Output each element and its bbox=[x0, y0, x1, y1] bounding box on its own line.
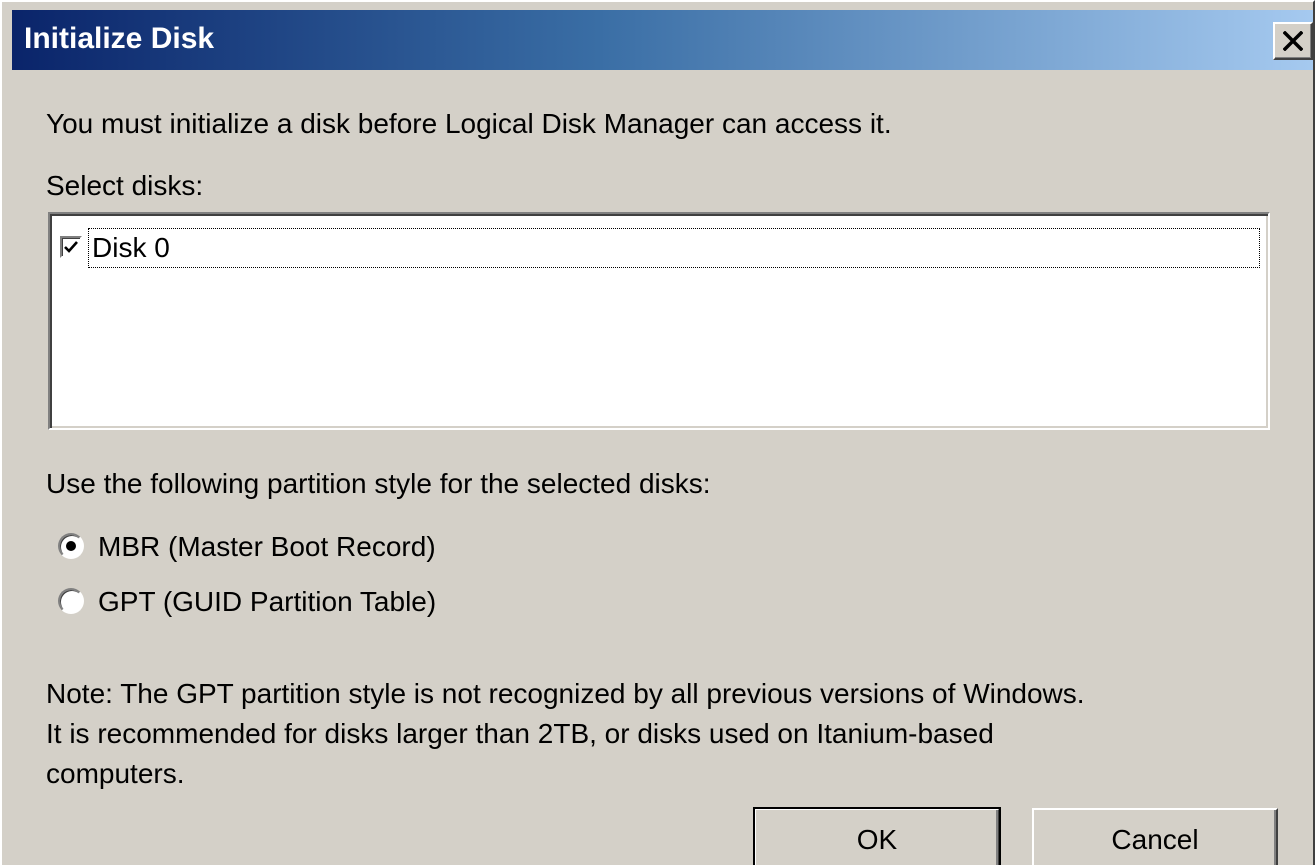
note-line-3: computers. bbox=[46, 758, 185, 789]
gpt-option[interactable]: GPT (GUID Partition Table) bbox=[58, 582, 558, 622]
partition-style-label: Use the following partition style for th… bbox=[46, 468, 711, 499]
gpt-label: GPT (GUID Partition Table) bbox=[98, 586, 437, 617]
close-button[interactable] bbox=[1273, 22, 1313, 60]
note-line-1: Note: The GPT partition style is not rec… bbox=[46, 678, 1085, 709]
disk-0-label: Disk 0 bbox=[92, 232, 170, 263]
mbr-radio[interactable] bbox=[58, 533, 84, 559]
checkmark-icon bbox=[64, 241, 78, 253]
list-item-disk-0[interactable]: Disk 0 bbox=[56, 224, 1262, 272]
ok-button[interactable]: OK bbox=[753, 807, 1001, 865]
window-title: Initialize Disk bbox=[24, 22, 215, 55]
radio-selected-dot bbox=[66, 541, 76, 551]
cancel-button[interactable]: Cancel bbox=[1032, 808, 1278, 865]
cancel-button-label: Cancel bbox=[1111, 824, 1199, 855]
title-bar: Initialize Disk bbox=[12, 10, 1313, 70]
disk-0-checkbox[interactable] bbox=[60, 236, 82, 258]
mbr-label: MBR (Master Boot Record) bbox=[98, 531, 436, 562]
mbr-option[interactable]: MBR (Master Boot Record) bbox=[58, 527, 558, 567]
gpt-note: Note: The GPT partition style is not rec… bbox=[46, 674, 1286, 794]
gpt-radio[interactable] bbox=[58, 588, 84, 614]
focus-rectangle bbox=[88, 228, 1260, 268]
initialize-disk-dialog: Initialize Disk You must initialize a di… bbox=[0, 0, 1315, 865]
ok-button-label: OK bbox=[856, 824, 898, 855]
disk-listbox[interactable]: Disk 0 bbox=[48, 212, 1270, 430]
note-line-2: It is recommended for disks larger than … bbox=[46, 718, 994, 749]
intro-text: You must initialize a disk before Logica… bbox=[46, 108, 892, 139]
select-disks-label: Select disks: bbox=[46, 170, 204, 201]
close-x-icon bbox=[1283, 31, 1303, 51]
